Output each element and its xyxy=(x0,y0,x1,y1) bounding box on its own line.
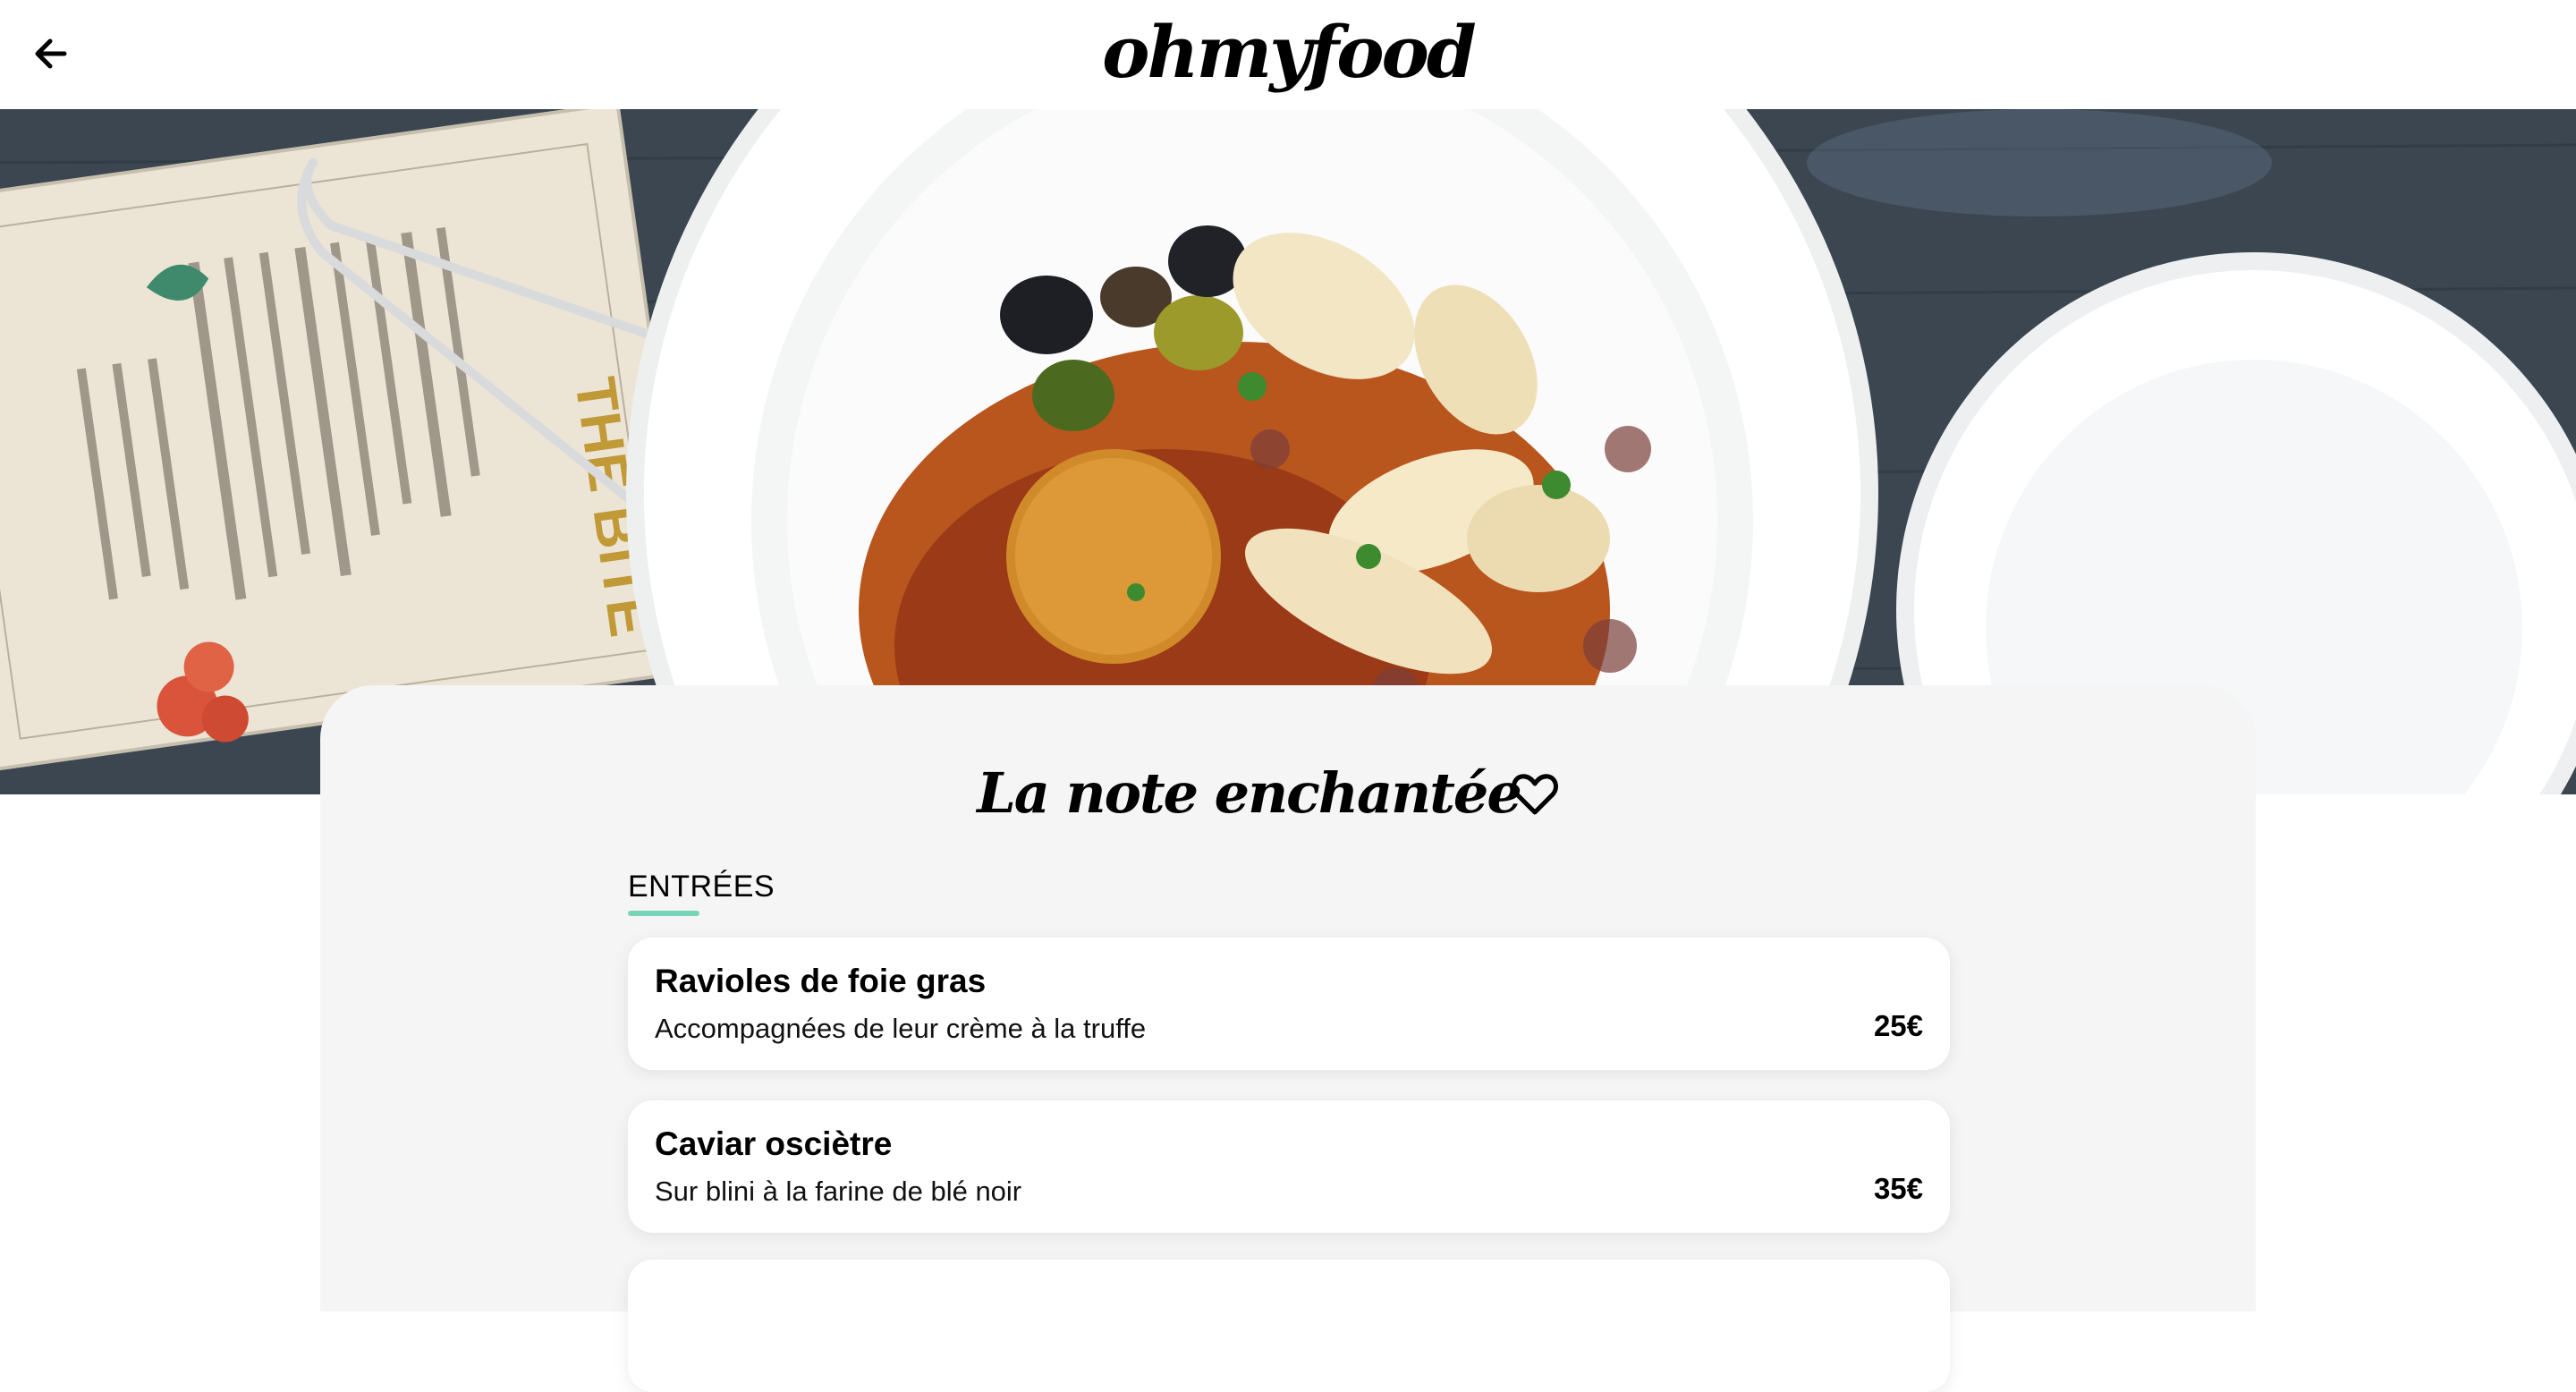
dish-card[interactable] xyxy=(628,1260,1950,1392)
heart-outline-icon xyxy=(1512,774,1558,815)
restaurant-card: La note enchantée ENTRÉES Ravioles de fo… xyxy=(320,685,2256,1392)
favorite-button[interactable] xyxy=(1510,769,1560,819)
title-row: La note enchantée xyxy=(320,748,2256,837)
section-label: ENTRÉES xyxy=(628,870,775,904)
dish-description: Accompagnées de leur crème à la truffe xyxy=(655,1013,1147,1044)
restaurant-title: La note enchantée xyxy=(977,760,1522,826)
dish-description: Sur blini à la farine de blé noir xyxy=(655,1176,1022,1207)
dish-card[interactable]: Caviar osciètre Sur blini à la farine de… xyxy=(628,1100,1950,1233)
logo[interactable]: ohmyfood xyxy=(0,5,2576,98)
dish-name: Caviar osciètre xyxy=(655,1125,893,1162)
dish-card[interactable]: Ravioles de foie gras Accompagnées de le… xyxy=(628,938,1950,1070)
dish-price: 35€ xyxy=(1873,1172,1923,1205)
section-underline xyxy=(628,911,699,916)
dish-price: 25€ xyxy=(1873,1009,1923,1042)
dish-name: Ravioles de foie gras xyxy=(655,963,987,999)
header: ohmyfood xyxy=(0,0,2576,109)
